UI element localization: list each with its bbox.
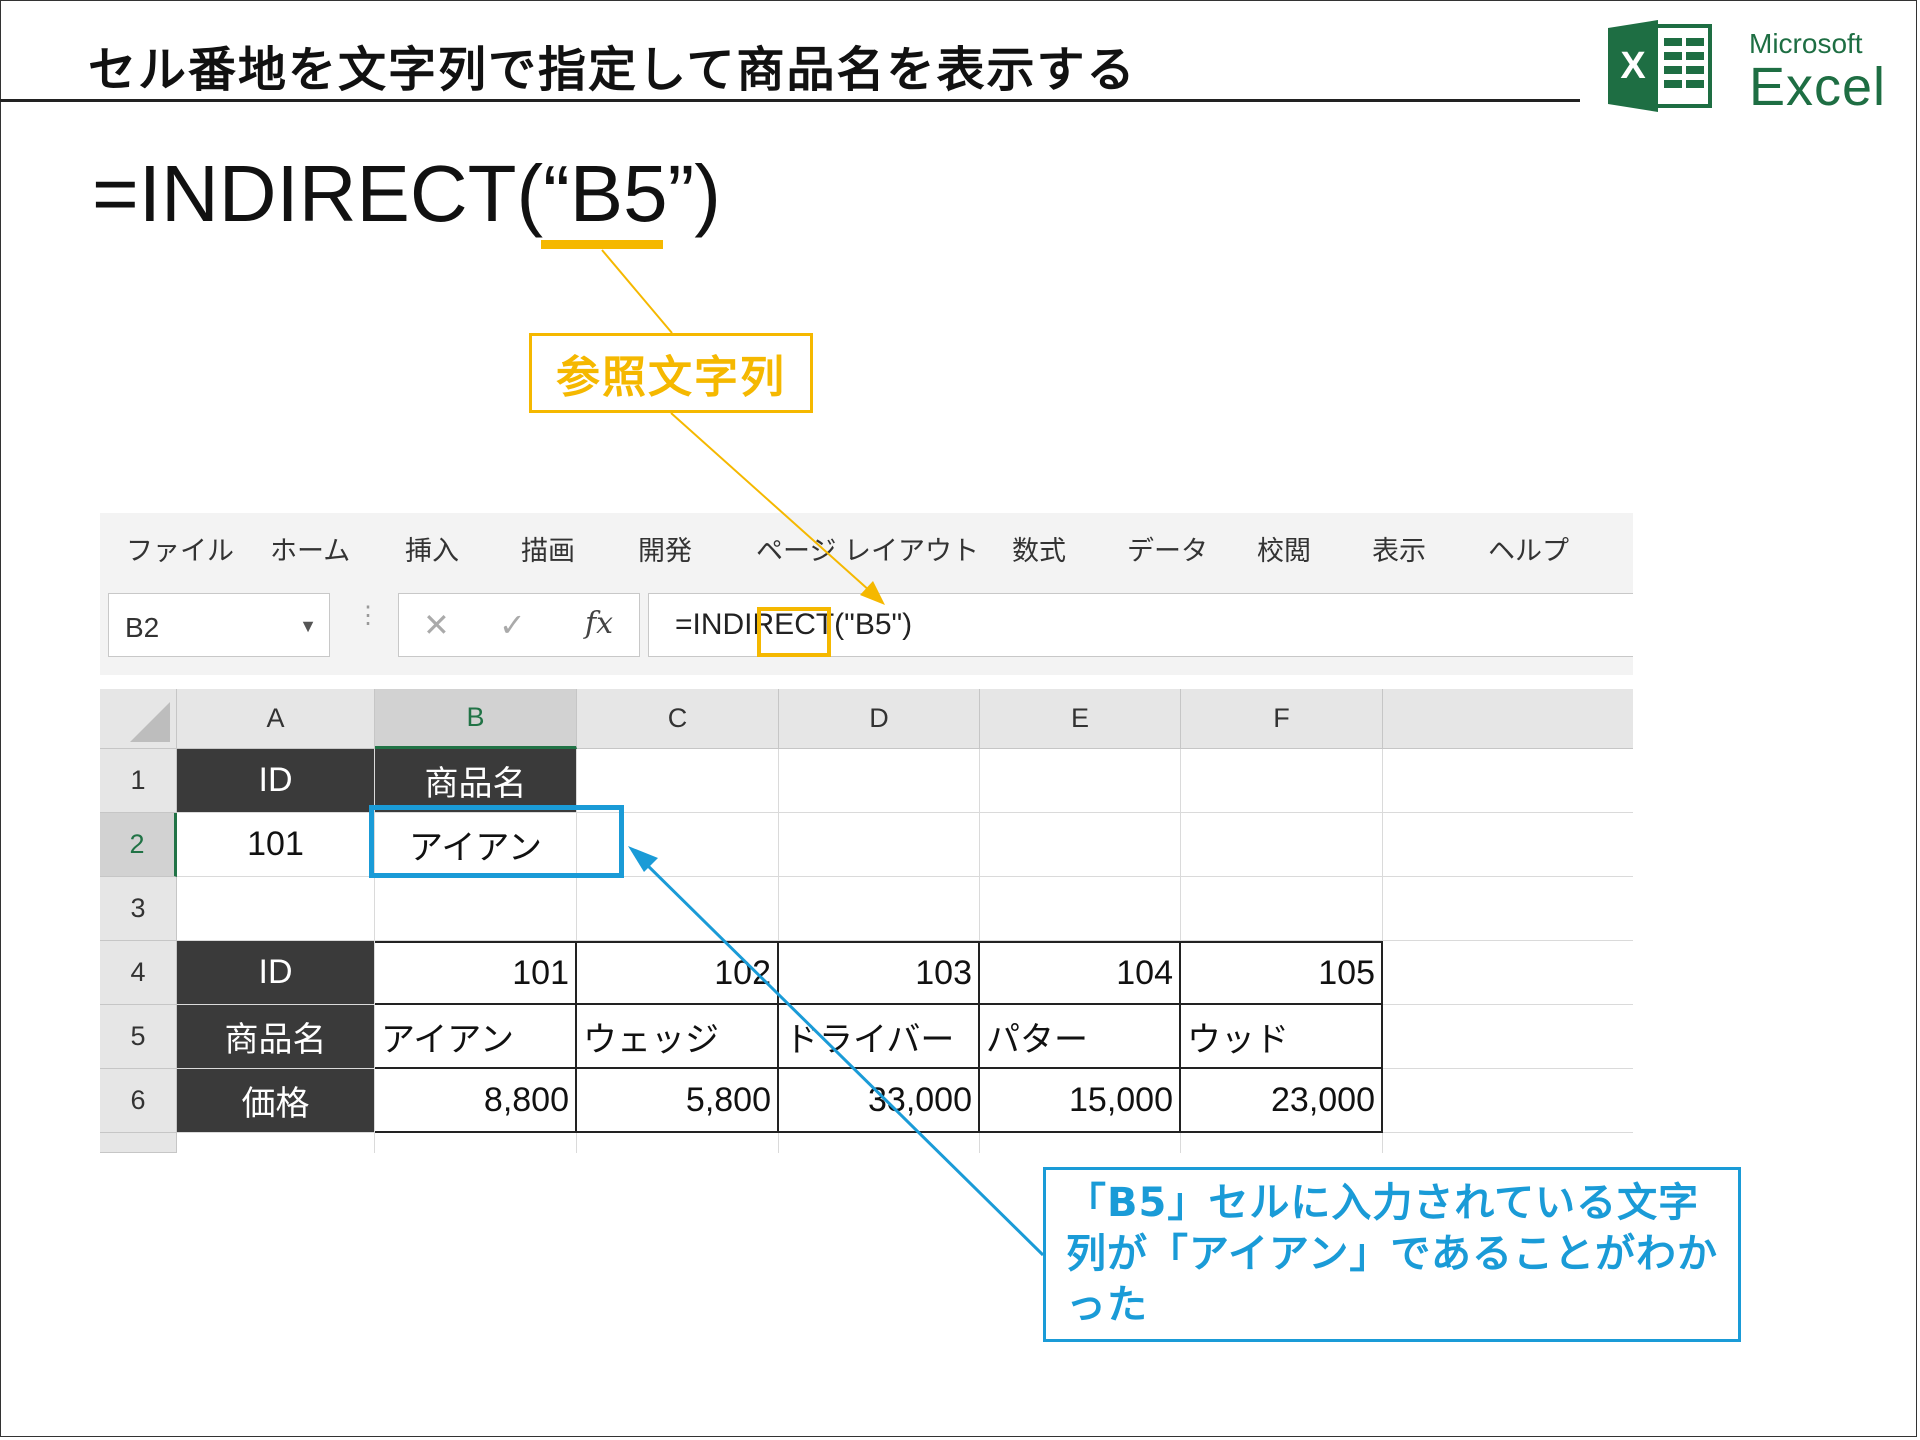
cell-e5[interactable]: パター	[980, 1005, 1181, 1069]
cell-b4[interactable]: 101	[375, 941, 577, 1005]
formula-bar: B2 ▼ ⋮ ✕ ✓ fx =INDIRECT("B5")	[100, 575, 1633, 675]
result-callout: 「B5」セルに入力されている文字列が「アイアン」であることがわかった	[1043, 1167, 1741, 1342]
row-header-4[interactable]: 4	[100, 941, 177, 1005]
tab-home[interactable]: ホーム	[270, 529, 350, 568]
row-header-5[interactable]: 5	[100, 1005, 177, 1069]
tab-view[interactable]: 表示	[1372, 529, 1426, 568]
cell-e2[interactable]	[980, 813, 1181, 877]
cell-d3[interactable]	[779, 877, 980, 941]
title-divider	[0, 99, 1580, 102]
tab-developer[interactable]: 開発	[638, 529, 692, 568]
cell-f6[interactable]: 23,000	[1181, 1069, 1383, 1133]
column-header-d[interactable]: D	[779, 689, 980, 749]
enter-icon[interactable]: ✓	[499, 606, 526, 644]
cell-b5[interactable]: アイアン	[375, 1005, 577, 1069]
row-header-1[interactable]: 1	[100, 749, 177, 813]
cell-b3[interactable]	[375, 877, 577, 941]
cell-e7[interactable]	[980, 1133, 1181, 1153]
formula-ref-highlight	[757, 607, 831, 657]
tab-page-layout[interactable]: ページ レイアウト	[756, 529, 979, 568]
cell-d6[interactable]: 33,000	[779, 1069, 980, 1133]
cell-c5[interactable]: ウェッジ	[577, 1005, 779, 1069]
cancel-icon[interactable]: ✕	[423, 606, 450, 644]
column-header-c[interactable]: C	[577, 689, 779, 749]
tab-insert[interactable]: 挿入	[405, 529, 459, 568]
cell-g5[interactable]	[1383, 1005, 1633, 1069]
worksheet-grid: A B C D E F 1 2 3 4 5 6 ID 商品名 101 アイアン	[100, 689, 1633, 1153]
cell-f1[interactable]	[1181, 749, 1383, 813]
selected-cell-highlight	[369, 805, 624, 878]
tab-formulas[interactable]: 数式	[1012, 529, 1066, 568]
row-header-6[interactable]: 6	[100, 1069, 177, 1133]
excel-icon: X	[1608, 20, 1712, 112]
logo-product: Excel	[1749, 57, 1887, 117]
cell-d2[interactable]	[779, 813, 980, 877]
cell-a4[interactable]: ID	[177, 941, 375, 1005]
cell-a3[interactable]	[177, 877, 375, 941]
cell-d4[interactable]: 103	[779, 941, 980, 1005]
cell-d7[interactable]	[779, 1133, 980, 1153]
excel-icon-letter: X	[1620, 45, 1646, 87]
cell-g3[interactable]	[1383, 877, 1633, 941]
insert-function-icon[interactable]: fx	[585, 606, 613, 641]
cell-f5[interactable]: ウッド	[1181, 1005, 1383, 1069]
cell-c7[interactable]	[577, 1133, 779, 1153]
cell-f2[interactable]	[1181, 813, 1383, 877]
cell-b6[interactable]: 8,800	[375, 1069, 577, 1133]
tab-help[interactable]: ヘルプ	[1488, 529, 1569, 568]
cell-c4[interactable]: 102	[577, 941, 779, 1005]
cell-f3[interactable]	[1181, 877, 1383, 941]
cell-a7[interactable]	[177, 1133, 375, 1153]
excel-window: ファイル ホーム 挿入 描画 開発 ページ レイアウト 数式 データ 校閲 表示…	[100, 513, 1633, 1153]
drag-handle-icon[interactable]: ⋮	[356, 601, 380, 630]
ribbon-tabs: ファイル ホーム 挿入 描画 開発 ページ レイアウト 数式 データ 校閲 表示…	[100, 513, 1633, 575]
cell-f7[interactable]	[1181, 1133, 1383, 1153]
cell-e4[interactable]: 104	[980, 941, 1181, 1005]
tab-file[interactable]: ファイル	[126, 529, 234, 568]
cell-e1[interactable]	[980, 749, 1181, 813]
chevron-down-icon[interactable]: ▼	[299, 616, 317, 637]
cell-b7[interactable]	[375, 1133, 577, 1153]
cell-b1[interactable]: 商品名	[375, 749, 577, 813]
cell-a1[interactable]: ID	[177, 749, 375, 813]
cell-g2[interactable]	[1383, 813, 1633, 877]
cell-f4[interactable]: 105	[1181, 941, 1383, 1005]
cell-a2[interactable]: 101	[177, 813, 375, 877]
name-box-value: B2	[125, 612, 160, 643]
cell-c1[interactable]	[577, 749, 779, 813]
tab-draw[interactable]: 描画	[521, 529, 575, 568]
column-header-b[interactable]: B	[375, 689, 577, 749]
formula-buttons: ✕ ✓ fx	[398, 593, 640, 657]
column-header-f[interactable]: F	[1181, 689, 1383, 749]
cell-c3[interactable]	[577, 877, 779, 941]
cell-g1[interactable]	[1383, 749, 1633, 813]
formula-display: =INDIRECT(“B5”)	[92, 149, 721, 238]
cell-g4[interactable]	[1383, 941, 1633, 1005]
row-header-2[interactable]: 2	[100, 813, 177, 877]
tab-review[interactable]: 校閲	[1257, 529, 1311, 568]
tab-data[interactable]: データ	[1127, 529, 1208, 568]
cell-a5[interactable]: 商品名	[177, 1005, 375, 1069]
column-header-e[interactable]: E	[980, 689, 1181, 749]
ref-string-callout: 参照文字列	[529, 333, 813, 413]
ref-string-underline	[541, 240, 663, 249]
cell-e6[interactable]: 15,000	[980, 1069, 1181, 1133]
cell-c6[interactable]: 5,800	[577, 1069, 779, 1133]
slide-title: セル番地を文字列で指定して商品名を表示する	[88, 42, 1137, 98]
row-header-7[interactable]	[100, 1133, 177, 1153]
cell-a6[interactable]: 価格	[177, 1069, 375, 1133]
cell-d1[interactable]	[779, 749, 980, 813]
row-header-3[interactable]: 3	[100, 877, 177, 941]
column-header-g[interactable]	[1383, 689, 1633, 749]
select-all-corner[interactable]	[100, 689, 177, 749]
column-header-a[interactable]: A	[177, 689, 375, 749]
name-box[interactable]: B2 ▼	[108, 593, 330, 657]
cell-d5[interactable]: ドライバー	[779, 1005, 980, 1069]
cell-e3[interactable]	[980, 877, 1181, 941]
cell-g6[interactable]	[1383, 1069, 1633, 1133]
excel-logo: X Microsoft Excel	[1606, 16, 1902, 117]
